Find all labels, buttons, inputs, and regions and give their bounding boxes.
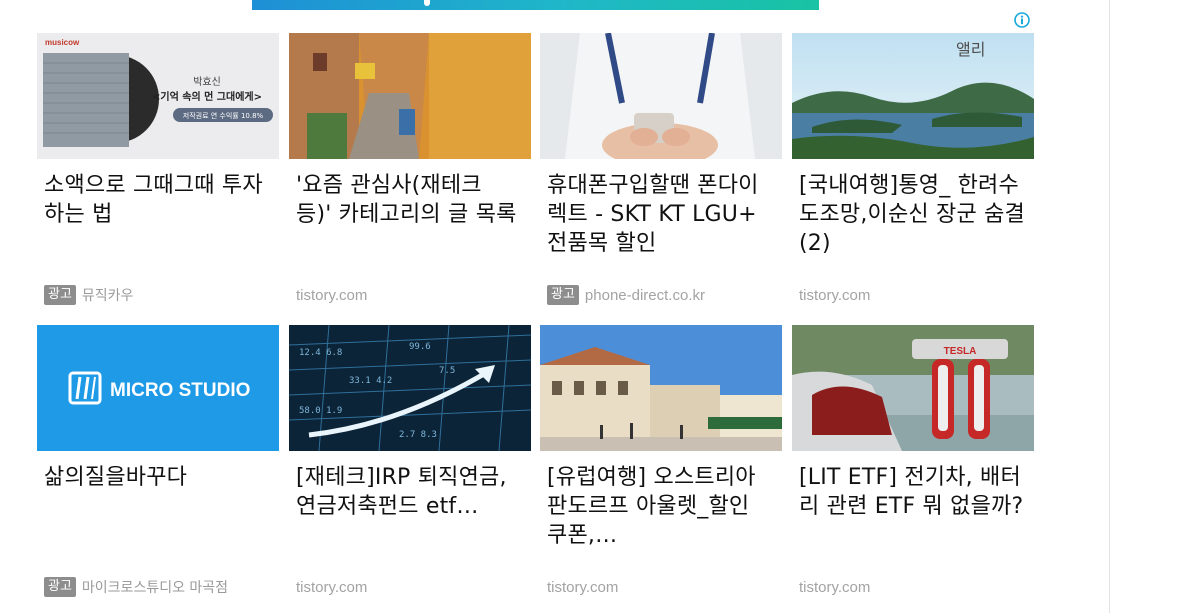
- source-name: phone-direct.co.kr: [584, 286, 705, 304]
- content-card[interactable]: MICRO STUDIO 삶의질을바꾸다 광고 마이크로스튜디오 마곡점: [37, 325, 279, 607]
- card-thumbnail: musicow 박효신 <기억 속의 먼 그대에게> 저작권료 연 수익률 10…: [37, 33, 279, 159]
- ad-badge: 광고: [44, 577, 76, 597]
- source-name: tistory.com: [547, 578, 619, 596]
- source-name: 뮤직카우: [81, 288, 134, 304]
- card-title[interactable]: [LIT ETF] 전기차, 배터리 관련 ETF 뭐 없을까?: [799, 463, 1027, 521]
- content-card[interactable]: 앨리 [국내여행]통영_ 한려수도조망,이순신 장군 숨결(2) tistory…: [792, 33, 1034, 315]
- card-thumbnail: 12.4 6.8 99.6 33.1 4.2 7.5 58.0 1.9 2.7 8.3: [289, 325, 531, 451]
- svg-text:12.4 6.8: 12.4 6.8: [299, 348, 342, 358]
- content-card[interactable]: 휴대폰구입할땐 폰다이렉트 - SKT KT LGU+ 전품목 할인 광고 ph…: [540, 33, 782, 315]
- svg-text:7.5: 7.5: [439, 366, 455, 376]
- tesla-sign: TESLA: [944, 346, 977, 357]
- source-name: tistory.com: [296, 286, 368, 304]
- musicow-logo: musicow: [45, 38, 80, 47]
- card-thumbnail: [540, 33, 782, 159]
- svg-text:저작권료 연 수익률 10.8%: 저작권료 연 수익률 10.8%: [183, 111, 264, 120]
- card-thumbnail: [289, 33, 531, 159]
- svg-text:58.0 1.9: 58.0 1.9: [299, 406, 342, 416]
- card-source: tistory.com: [296, 576, 367, 598]
- content-card[interactable]: musicow 박효신 <기억 속의 먼 그대에게> 저작권료 연 수익률 10…: [37, 33, 279, 315]
- svg-text:<기억 속의 먼 그대에게>: <기억 속의 먼 그대에게>: [152, 90, 262, 103]
- svg-text:MICRO STUDIO: MICRO STUDIO: [110, 380, 250, 401]
- banner-edge: [424, 0, 430, 6]
- card-title[interactable]: 휴대폰구입할땐 폰다이렉트 - SKT KT LGU+ 전품목 할인: [547, 171, 775, 258]
- card-title[interactable]: 소액으로 그때그때 투자하는 법: [44, 171, 272, 229]
- card-source: tistory.com: [799, 284, 870, 306]
- svg-text:2.7 8.3: 2.7 8.3: [399, 430, 437, 440]
- card-source: tistory.com: [547, 576, 618, 598]
- ad-badge: 광고: [547, 285, 579, 305]
- card-thumbnail: TESLA: [792, 325, 1034, 451]
- content-card[interactable]: [유럽여행] 오스트리아 판도르프 아울렛_할인 쿠폰,… tistory.co…: [540, 325, 782, 607]
- card-title[interactable]: [유럽여행] 오스트리아 판도르프 아울렛_할인 쿠폰,…: [547, 463, 775, 550]
- ad-info-icon[interactable]: [1014, 12, 1030, 28]
- top-ad-banner[interactable]: [252, 0, 819, 10]
- content-card[interactable]: TESLA [LIT ETF] 전기차, 배터리 관련 ETF 뭐 없을까? t…: [792, 325, 1034, 607]
- card-thumbnail: MICRO STUDIO: [37, 325, 279, 451]
- card-thumbnail: 앨리: [792, 33, 1034, 159]
- card-title[interactable]: 삶의질을바꾸다: [44, 463, 272, 492]
- card-source: tistory.com: [799, 576, 870, 598]
- source-name: tistory.com: [799, 286, 871, 304]
- content-card[interactable]: 12.4 6.8 99.6 33.1 4.2 7.5 58.0 1.9 2.7 8.3…: [289, 325, 531, 607]
- ad-badge: 광고: [44, 285, 76, 305]
- svg-text:33.1 4.2: 33.1 4.2: [349, 376, 392, 386]
- content-card[interactable]: '요즘 관심사(재테크 등)' 카테고리의 글 목록 tistory.com: [289, 33, 531, 315]
- card-source: tistory.com: [296, 284, 367, 306]
- card-thumbnail: [540, 325, 782, 451]
- card-source: 광고 마이크로스튜디오 마곡점: [44, 576, 228, 598]
- source-name: tistory.com: [296, 578, 368, 596]
- source-name: tistory.com: [799, 578, 871, 596]
- card-title[interactable]: [재테크]IRP 퇴직연금, 연금저축펀드 etf…: [296, 463, 524, 521]
- svg-text:박효신: 박효신: [193, 76, 221, 88]
- right-divider: [1109, 0, 1110, 613]
- card-title[interactable]: '요즘 관심사(재테크 등)' 카테고리의 글 목록: [296, 171, 524, 229]
- card-source: 광고 뮤직카우: [44, 284, 133, 306]
- card-source: 광고 phone-direct.co.kr: [547, 284, 705, 306]
- source-name: 마이크로스튜디오 마곡점: [81, 580, 229, 596]
- thumbnail-watermark: 앨리: [956, 40, 985, 59]
- svg-text:99.6: 99.6: [409, 342, 431, 352]
- card-title[interactable]: [국내여행]통영_ 한려수도조망,이순신 장군 숨결(2): [799, 171, 1027, 258]
